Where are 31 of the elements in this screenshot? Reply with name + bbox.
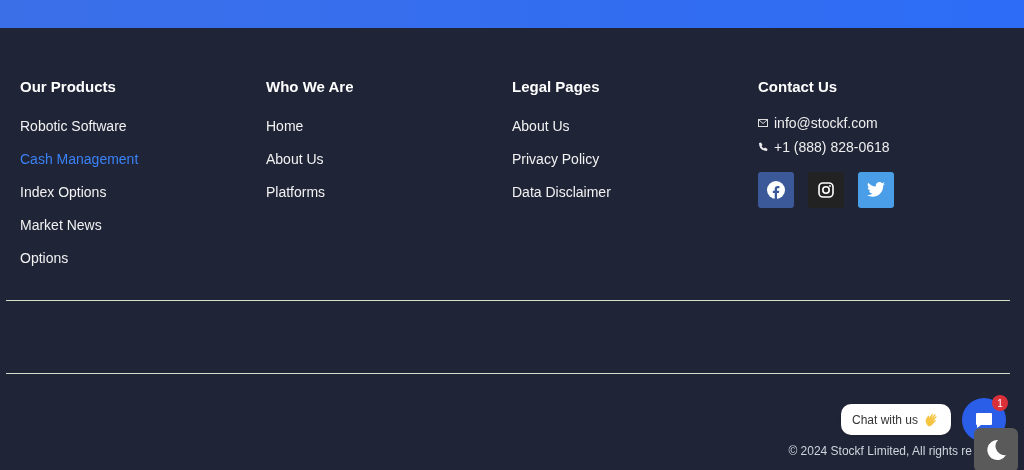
copyright-text: © 2024 Stockf Limited, All rights re <box>788 443 972 460</box>
instagram-icon <box>818 181 834 198</box>
footer-link[interactable]: Data Disclaimer <box>512 182 611 202</box>
footer-link[interactable]: About Us <box>512 116 570 136</box>
footer-link[interactable]: Privacy Policy <box>512 149 600 169</box>
footer-link[interactable]: About Us <box>266 149 324 169</box>
footer-link[interactable]: Cash Management <box>20 149 139 169</box>
twitter-button[interactable] <box>858 171 894 208</box>
facebook-button[interactable] <box>758 171 794 208</box>
facebook-icon <box>767 180 785 199</box>
phone-text: +1 (888) 828-0618 <box>774 137 890 157</box>
footer-link[interactable]: Platforms <box>266 182 326 202</box>
footer-link[interactable]: Market News <box>20 215 102 235</box>
notification-badge: 1 <box>992 395 1008 411</box>
chat-bubble-icon <box>975 411 993 429</box>
dark-mode-button[interactable] <box>974 428 1018 470</box>
bird-icon <box>867 182 885 197</box>
email-text: info@stockf.com <box>774 113 878 133</box>
footer-link[interactable]: Options <box>20 248 69 268</box>
column-heading: Who We Are <box>266 77 354 97</box>
footer-link[interactable]: Robotic Software <box>20 116 127 136</box>
phone-icon <box>758 142 768 152</box>
column-heading: Legal Pages <box>512 77 600 97</box>
footer-link[interactable]: Home <box>266 116 304 136</box>
footer-link[interactable]: Index Options <box>20 182 107 202</box>
column-heading: Contact Us <box>758 77 838 97</box>
chat-button[interactable]: Chat with us <box>841 404 952 435</box>
envelope-icon <box>758 119 768 127</box>
column-heading: Our Products <box>20 77 116 97</box>
moon-icon <box>984 438 1008 462</box>
instagram-button[interactable] <box>808 171 844 208</box>
